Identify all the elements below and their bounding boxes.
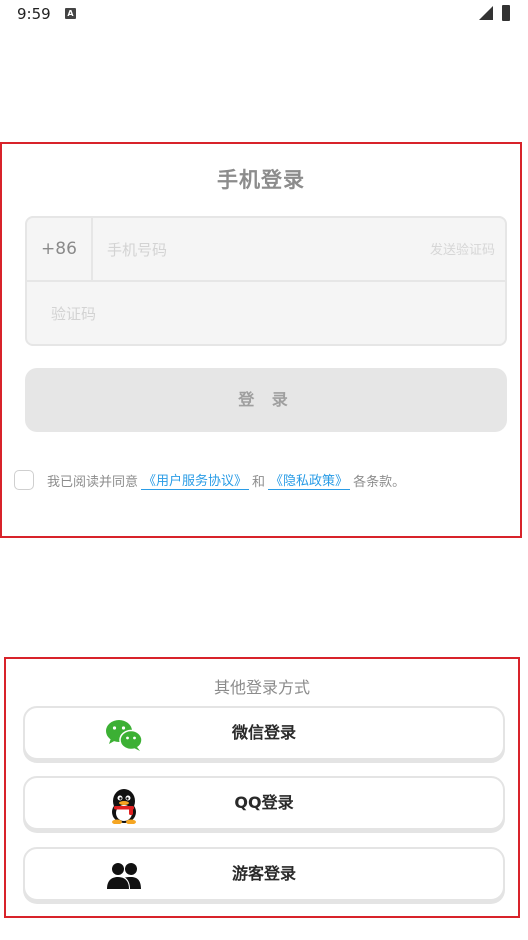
guest-login-label: 游客登录 xyxy=(231,864,296,883)
verification-code-input[interactable] xyxy=(49,294,473,334)
terms-of-service-link[interactable]: 《用户服务协议》 xyxy=(141,470,250,490)
agreement-checkbox[interactable] xyxy=(14,470,34,490)
field-divider-vertical xyxy=(91,218,93,280)
battery-icon xyxy=(502,5,510,21)
privacy-policy-link[interactable]: 《隐私政策》 xyxy=(268,470,351,490)
status-time: 9:59 xyxy=(17,5,51,23)
agreement-prefix: 我已阅读并同意 xyxy=(47,474,139,490)
login-form: +86 发送验证码 xyxy=(25,216,507,346)
signal-icon xyxy=(479,6,493,20)
page-title: 手机登录 xyxy=(217,168,305,192)
phone-login-card: 手机登录 +86 发送验证码 登 录 我已阅读并同意 《用户服务协议》 和 《隐… xyxy=(0,142,522,538)
field-divider-horizontal xyxy=(27,280,505,282)
agreement-row: 我已阅读并同意 《用户服务协议》 和 《隐私政策》 各条款。 xyxy=(14,468,405,492)
guest-login-button[interactable]: 游客登录 xyxy=(23,847,505,901)
notification-a-icon: A xyxy=(65,8,76,19)
other-login-title: 其他登录方式 xyxy=(213,678,310,697)
wechat-login-button[interactable]: 微信登录 xyxy=(23,706,505,760)
qq-login-button[interactable]: QQ登录 xyxy=(23,776,505,830)
country-code-selector[interactable]: +86 xyxy=(27,218,91,280)
agreement-suffix: 各条款。 xyxy=(353,474,406,490)
phone-number-input[interactable] xyxy=(105,230,409,270)
login-button[interactable]: 登 录 xyxy=(25,368,507,432)
agreement-conjunction: 和 xyxy=(252,474,266,490)
other-login-methods: 其他登录方式 微信登录 QQ登录 游客登录 xyxy=(4,657,520,918)
wechat-login-label: 微信登录 xyxy=(231,723,296,742)
qq-login-label: QQ登录 xyxy=(234,793,294,812)
send-code-button[interactable]: 发送验证码 xyxy=(430,239,495,258)
status-bar: 9:59 A xyxy=(0,0,528,30)
